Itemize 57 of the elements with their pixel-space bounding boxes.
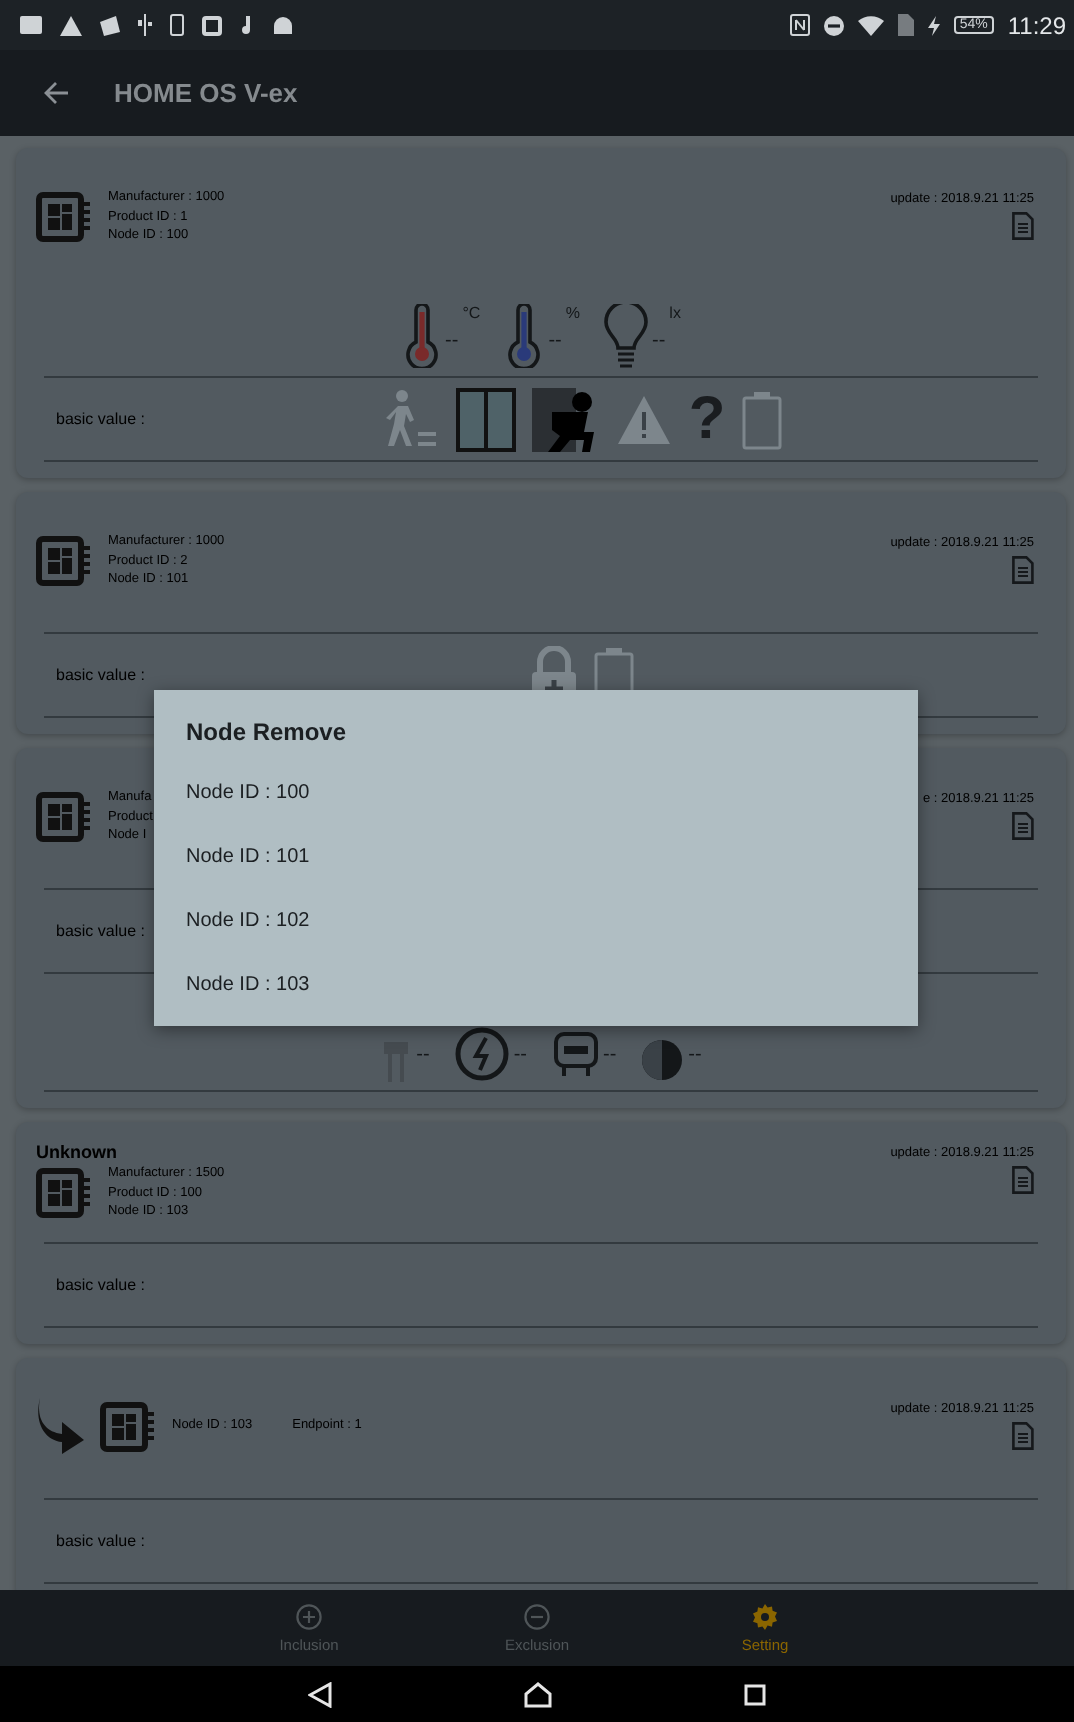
document-icon[interactable] bbox=[1012, 1422, 1034, 1450]
nfc-icon bbox=[789, 14, 810, 36]
question-mark: ? bbox=[688, 389, 726, 449]
basic-value-label: basic value : bbox=[56, 666, 145, 684]
note-icon bbox=[240, 15, 256, 35]
chip-icon bbox=[36, 791, 92, 842]
app-title: HOME OS V-ex bbox=[114, 78, 298, 108]
sensor-reading: -- bbox=[548, 330, 562, 352]
gauge-icon bbox=[453, 1026, 510, 1082]
battery-icon bbox=[741, 389, 782, 449]
sim-icon bbox=[897, 14, 914, 36]
remove-icon bbox=[524, 1603, 550, 1629]
light-bulb-icon bbox=[604, 304, 648, 368]
chip-icon bbox=[36, 1167, 92, 1218]
clock: 11:29 bbox=[1007, 11, 1066, 39]
sensor-reading: -- bbox=[688, 1044, 702, 1066]
basic-value-label: basic value : bbox=[56, 1532, 145, 1550]
charging-icon bbox=[927, 15, 940, 35]
document-icon[interactable] bbox=[1012, 212, 1034, 240]
meter-icon bbox=[551, 1030, 599, 1082]
do-not-disturb-icon bbox=[823, 15, 844, 35]
chip-icon bbox=[36, 535, 92, 586]
node-option[interactable]: Node ID : 100 bbox=[186, 762, 310, 826]
sensor-reading: -- bbox=[445, 330, 459, 352]
warning-icon bbox=[60, 15, 82, 35]
home-icon[interactable] bbox=[524, 1681, 552, 1707]
document-icon[interactable] bbox=[1012, 1166, 1034, 1194]
unit-label: °C bbox=[462, 304, 481, 322]
basic-value-label: basic value : bbox=[56, 922, 145, 940]
back-icon[interactable] bbox=[308, 1681, 332, 1707]
wifi-icon bbox=[857, 15, 884, 35]
warning-icon bbox=[616, 393, 673, 445]
sensor-reading: -- bbox=[513, 1044, 527, 1066]
add-icon bbox=[296, 1603, 322, 1629]
dialog-title: Node Remove bbox=[186, 718, 347, 750]
sliding-door-icon bbox=[456, 387, 517, 451]
unit-label: lx bbox=[669, 304, 681, 322]
grid-icon bbox=[202, 15, 222, 35]
node-option[interactable]: Node ID : 101 bbox=[186, 826, 310, 890]
sensor-reading: -- bbox=[652, 330, 666, 352]
phone-icon bbox=[170, 14, 184, 36]
settings-icon bbox=[752, 1603, 778, 1629]
basic-value-label: basic value : bbox=[56, 410, 145, 428]
device-title: Unknown bbox=[36, 1142, 117, 1162]
back-arrow-icon[interactable] bbox=[44, 82, 68, 104]
node-option[interactable]: Node ID : 103 bbox=[186, 954, 310, 1018]
unit-label: % bbox=[565, 304, 580, 322]
document-icon[interactable] bbox=[1012, 812, 1034, 840]
chip-icon bbox=[36, 191, 92, 242]
sensor-reading: -- bbox=[603, 1044, 617, 1066]
half-circle-icon bbox=[640, 1038, 685, 1082]
document-icon[interactable] bbox=[1012, 556, 1034, 584]
basic-value-label: basic value : bbox=[56, 1276, 145, 1294]
sensor-reading: -- bbox=[416, 1044, 430, 1066]
chip-icon bbox=[100, 1401, 156, 1451]
recent-apps-icon[interactable] bbox=[744, 1683, 766, 1705]
node-option[interactable]: Node ID : 102 bbox=[186, 890, 310, 954]
